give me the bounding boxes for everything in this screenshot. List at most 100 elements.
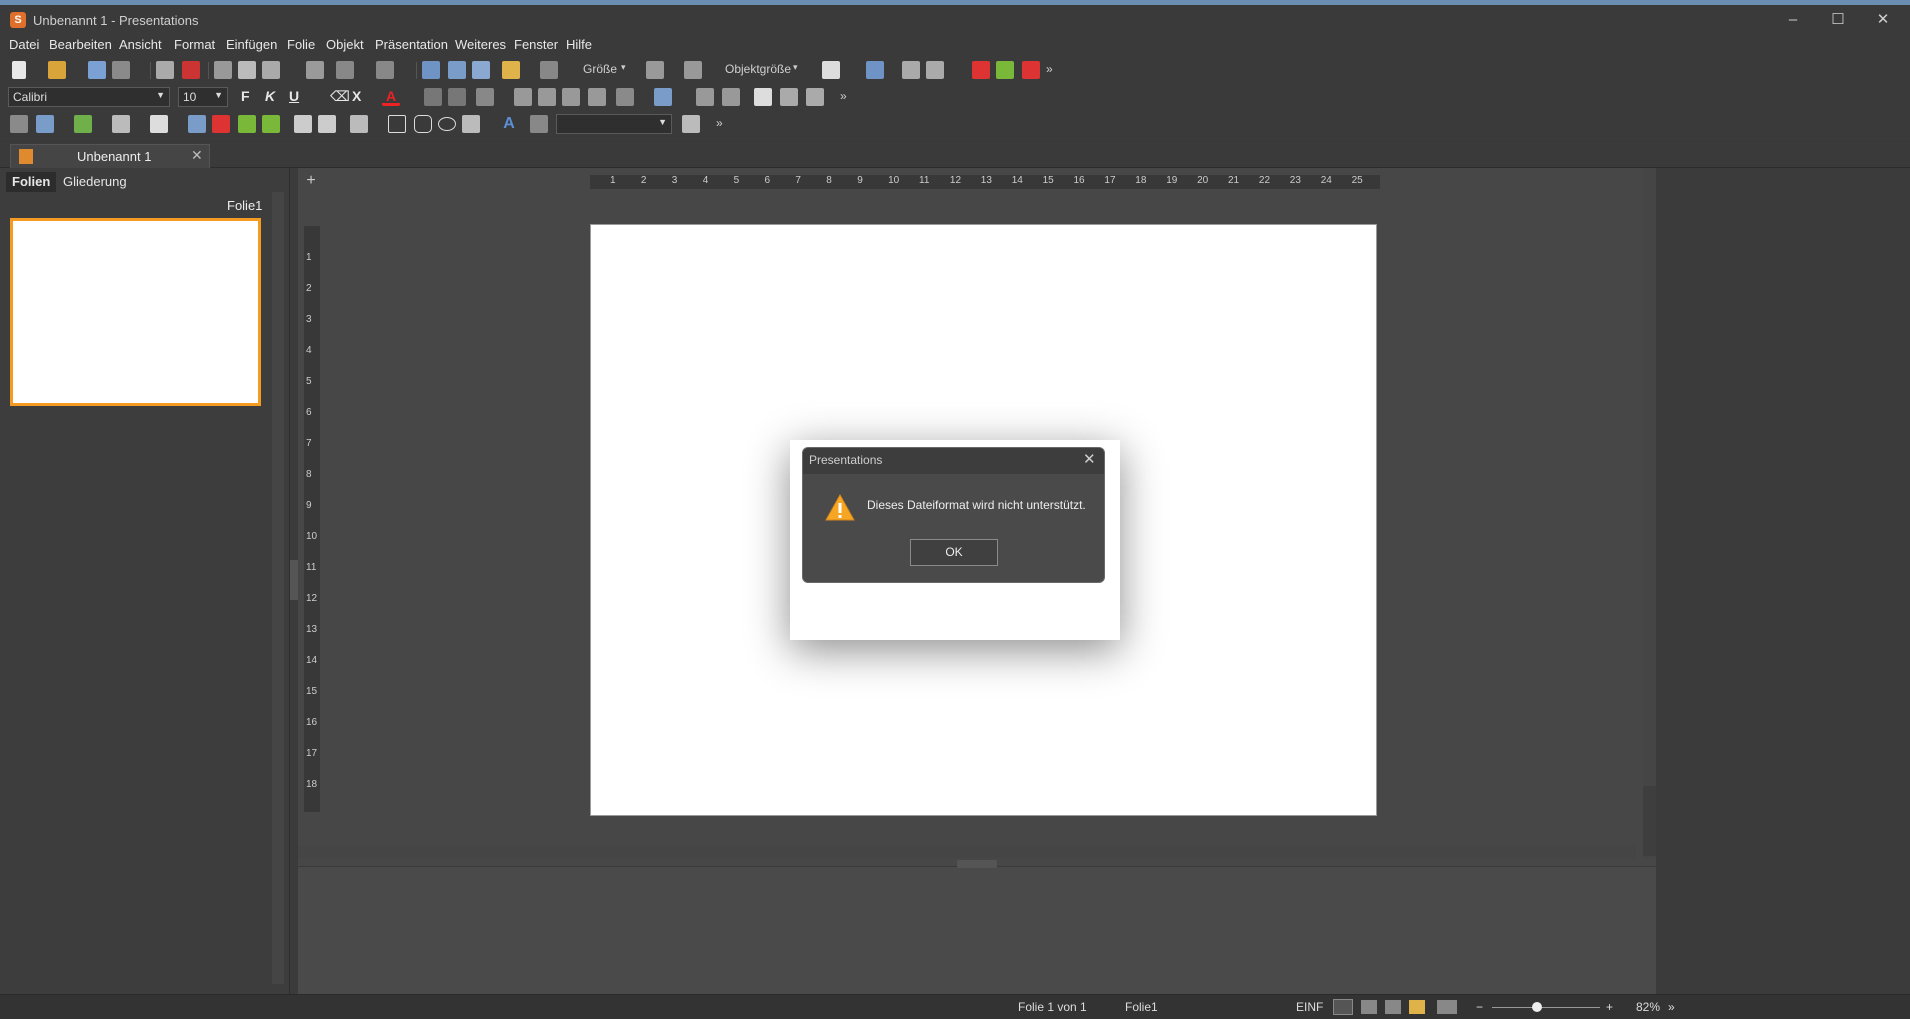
insert-object-icon[interactable] (822, 61, 840, 79)
book-icon[interactable] (902, 61, 920, 79)
text-frame-icon[interactable] (754, 88, 772, 106)
menu-bearbeiten[interactable]: Bearbeiten (49, 37, 112, 52)
menu-fenster[interactable]: Fenster (514, 37, 558, 52)
pdf-icon[interactable] (182, 61, 200, 79)
clear-format-icon[interactable]: ⌫ (330, 88, 350, 105)
grid-icon[interactable] (682, 115, 700, 133)
close-tab-icon[interactable]: ✕ (191, 147, 203, 164)
normal-view-icon[interactable] (1333, 999, 1353, 1015)
zoom-in-icon[interactable]: + (1606, 1000, 1613, 1014)
line-icon[interactable] (350, 115, 368, 133)
more-icon[interactable]: » (716, 116, 723, 130)
font-size-select[interactable]: 10 ▼ (178, 87, 228, 107)
search-icon[interactable] (472, 61, 490, 79)
panel-scrollbar[interactable] (272, 192, 284, 984)
bullet-list-icon[interactable] (616, 88, 634, 106)
save-icon[interactable] (88, 61, 106, 79)
table-icon[interactable] (540, 61, 558, 79)
textart-icon[interactable]: A (500, 115, 518, 133)
menu-datei[interactable]: Datei (9, 37, 39, 52)
stamp-icon[interactable] (926, 61, 944, 79)
bold-button[interactable]: F (241, 88, 250, 104)
minimize-button[interactable]: – (1770, 5, 1816, 35)
select-icon[interactable] (10, 115, 28, 133)
paste-icon[interactable] (262, 61, 280, 79)
columns-icon[interactable] (780, 88, 798, 106)
slide-thumbnail[interactable] (10, 218, 261, 406)
slideshow-icon[interactable] (1437, 1000, 1457, 1014)
font-name-select[interactable]: Calibri ▼ (8, 87, 170, 107)
redo-icon[interactable] (376, 61, 394, 79)
insert-frame-icon[interactable] (318, 115, 336, 133)
insert-textmaker-icon[interactable] (212, 115, 230, 133)
strike-button[interactable]: X (352, 88, 361, 104)
underline-button[interactable]: U (289, 88, 299, 104)
notes-splitter-handle[interactable] (957, 860, 997, 868)
numbered-list-icon[interactable] (654, 88, 672, 106)
arrange-icon[interactable] (684, 61, 702, 79)
outline-view-icon[interactable] (1385, 1000, 1401, 1014)
object-size-dropdown[interactable]: Objektgröße (725, 62, 791, 76)
group-icon[interactable] (646, 61, 664, 79)
insert-mode[interactable]: EINF (1296, 1000, 1323, 1014)
save-all-icon[interactable] (112, 61, 130, 79)
insert-ole-icon[interactable] (294, 115, 312, 133)
menu-praesentation[interactable]: Präsentation (375, 37, 448, 52)
more-icon[interactable]: » (840, 89, 847, 103)
insert-picture-icon[interactable] (74, 115, 92, 133)
align-left-icon[interactable] (514, 88, 532, 106)
shrink-font-icon[interactable] (448, 88, 466, 106)
textmaker-icon[interactable] (972, 61, 990, 79)
more-icon[interactable]: » (1668, 1000, 1675, 1014)
char-spacing-icon[interactable] (476, 88, 494, 106)
menu-hilfe[interactable]: Hilfe (566, 37, 592, 52)
more-icon[interactable]: » (1046, 62, 1053, 76)
size-dropdown[interactable]: Größe (583, 62, 617, 76)
horizontal-scrollbar[interactable] (298, 846, 1636, 858)
maximize-button[interactable]: ☐ (1815, 5, 1861, 35)
insert-sheet-icon[interactable] (262, 115, 280, 133)
slide-navigation-buttons[interactable] (1643, 786, 1656, 856)
close-button[interactable]: ✕ (1860, 5, 1906, 35)
zoom-out-icon[interactable]: − (1476, 1000, 1483, 1014)
justify-icon[interactable] (588, 88, 606, 106)
insert-media-icon[interactable] (150, 115, 168, 133)
align-right-icon[interactable] (562, 88, 580, 106)
format-painter-icon[interactable] (306, 61, 324, 79)
tab-slides[interactable]: Folien (6, 172, 57, 192)
pdf-editor-icon[interactable] (1022, 61, 1040, 79)
rounded-rectangle-icon[interactable] (414, 115, 432, 133)
font-color-icon[interactable]: A (382, 88, 400, 106)
vertical-scrollbar[interactable] (1643, 168, 1656, 858)
style-select[interactable]: ▼ (556, 114, 672, 134)
panel-collapse-handle[interactable] (290, 560, 298, 600)
indent-icon[interactable] (722, 88, 740, 106)
ruler-origin-icon[interactable]: + (303, 173, 319, 190)
dialog-close-icon[interactable]: ✕ (1083, 450, 1096, 468)
insert-chart-icon[interactable] (112, 115, 130, 133)
menu-objekt[interactable]: Objekt (326, 37, 364, 52)
print-icon[interactable] (156, 61, 174, 79)
insert-planmaker-icon[interactable] (238, 115, 256, 133)
italic-button[interactable]: K (265, 88, 275, 104)
page-icon[interactable] (806, 88, 824, 106)
outdent-icon[interactable] (696, 88, 714, 106)
slide-view-icon[interactable] (422, 61, 440, 79)
copy-icon[interactable] (238, 61, 256, 79)
handout-view-icon[interactable] (1409, 1000, 1425, 1014)
autoshape-icon[interactable] (462, 115, 480, 133)
rectangle-icon[interactable] (388, 115, 406, 133)
zoom-slider-thumb[interactable] (1532, 1002, 1542, 1012)
align-center-icon[interactable] (538, 88, 556, 106)
grow-font-icon[interactable] (424, 88, 442, 106)
ok-button[interactable]: OK (910, 539, 998, 566)
shadow-icon[interactable] (530, 115, 548, 133)
menu-folie[interactable]: Folie (287, 37, 315, 52)
layout-icon[interactable] (502, 61, 520, 79)
document-tab[interactable]: Unbenannt 1 ✕ (10, 144, 210, 168)
open-icon[interactable] (48, 61, 66, 79)
new-document-icon[interactable] (12, 61, 26, 79)
zoom-level[interactable]: 82% (1636, 1000, 1660, 1014)
menu-ansicht[interactable]: Ansicht (119, 37, 162, 52)
spellcheck-icon[interactable] (866, 61, 884, 79)
